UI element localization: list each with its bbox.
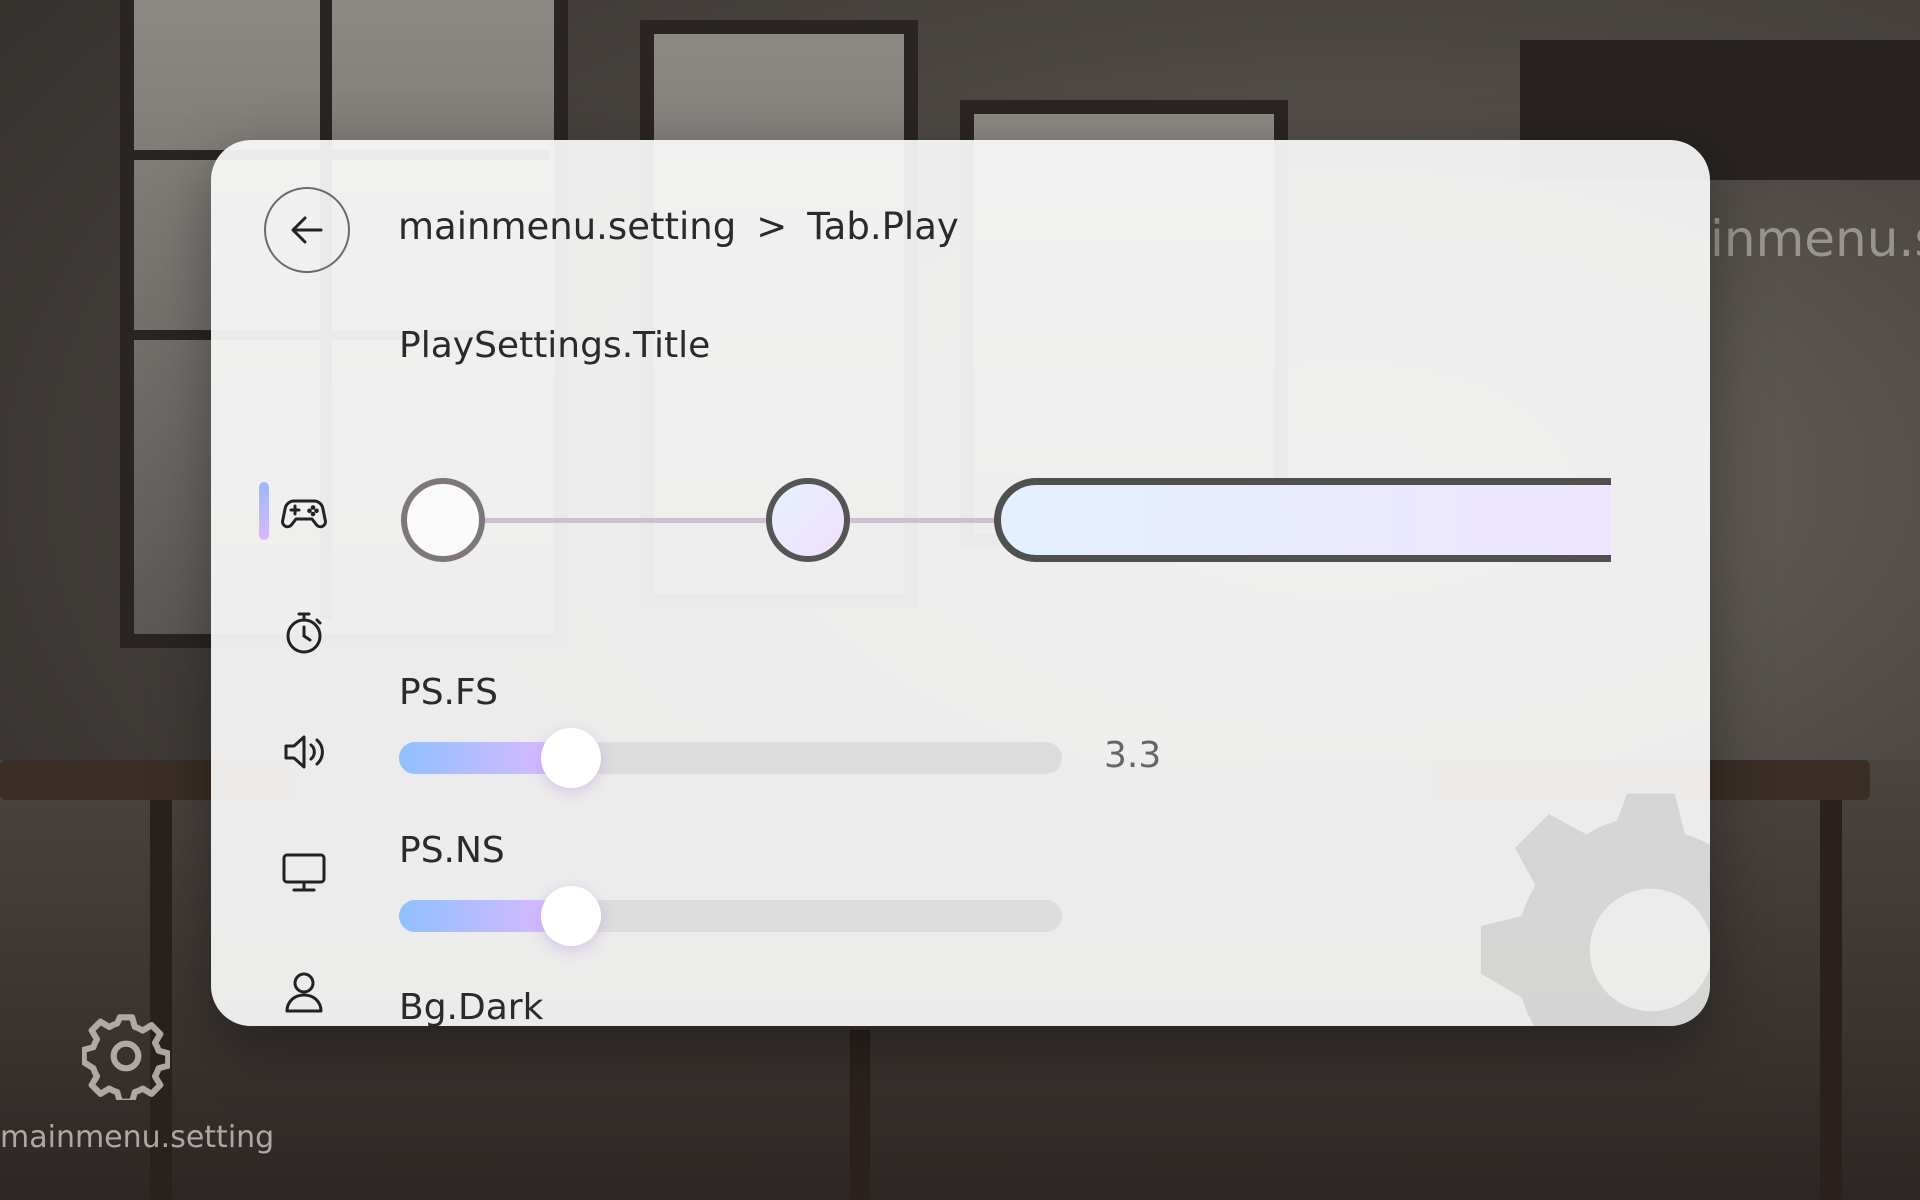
- mode-selector: [401, 476, 1611, 566]
- slider-ns[interactable]: [399, 886, 1062, 946]
- user-icon: [285, 972, 323, 1013]
- breadcrumb-current: Tab.Play: [807, 205, 959, 248]
- setting-label-bg-dark: Bg.Dark: [399, 987, 544, 1026]
- selector-option-3-selected[interactable]: [994, 478, 1611, 562]
- speaker-icon: [284, 735, 324, 769]
- back-button[interactable]: [264, 187, 350, 273]
- slider-value-fs: 3.3: [1104, 735, 1162, 776]
- gear-watermark-icon: [1481, 793, 1710, 1026]
- breadcrumb-root[interactable]: mainmenu.setting: [398, 205, 736, 248]
- arrow-left-icon: [291, 216, 323, 244]
- section-title: PlaySettings.Title: [399, 325, 711, 366]
- selector-option-2[interactable]: [766, 478, 850, 562]
- slider-fs[interactable]: [399, 728, 1062, 788]
- sidebar-item-audio[interactable]: [249, 707, 359, 797]
- gamepad-icon: [281, 499, 327, 529]
- selector-option-1[interactable]: [401, 478, 485, 562]
- breadcrumb-separator: >: [756, 205, 788, 248]
- slider-label-ns: PS.NS: [399, 830, 505, 871]
- stopwatch-icon: [286, 612, 322, 654]
- breadcrumb: mainmenu.setting > Tab.Play: [398, 205, 959, 248]
- gear-icon[interactable]: [82, 1012, 170, 1100]
- slider-label-fs: PS.FS: [399, 672, 498, 713]
- background-title-text: inmenu.st: [1710, 210, 1920, 268]
- sidebar-item-account[interactable]: [249, 947, 359, 1026]
- background-desk-leg: [1820, 800, 1842, 1200]
- monitor-icon: [282, 853, 326, 892]
- sidebar-item-timer[interactable]: [249, 588, 359, 678]
- settings-panel: mainmenu.setting > Tab.Play PlaySettings…: [211, 140, 1710, 1026]
- slider-knob[interactable]: [541, 886, 602, 946]
- floating-settings-label[interactable]: mainmenu.setting: [0, 1120, 274, 1155]
- sidebar-item-display[interactable]: [249, 827, 359, 917]
- sidebar-item-play[interactable]: [249, 467, 359, 557]
- active-tab-indicator: [259, 482, 269, 540]
- slider-knob[interactable]: [541, 728, 602, 788]
- background-chair-leg: [850, 1030, 870, 1200]
